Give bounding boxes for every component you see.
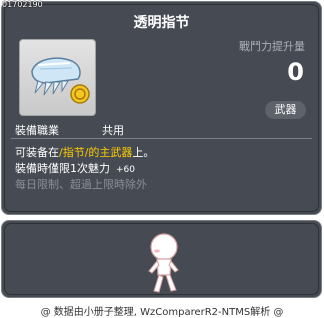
description-line-1-pre: 可装备在 bbox=[15, 146, 59, 159]
character-preview-panel bbox=[1, 220, 322, 298]
item-tooltip: 透明指节 裝備職業 共用 戰鬥力提升量 0 武器 可装备在/指节/的主武器上。 … bbox=[1, 1, 322, 215]
job-label: 裝備職業 bbox=[15, 124, 59, 137]
item-tooltip-window: 01702190 透明指节 裝備職業 共用 戰鬥力提升量 0 武器 可装备在/指… bbox=[0, 0, 324, 318]
description-line-3: 每日限制、超過上限時除外 bbox=[15, 178, 147, 191]
transparent-knuckle-icon bbox=[31, 57, 90, 104]
category-badge: 武器 bbox=[265, 101, 306, 119]
job-value: 共用 bbox=[102, 124, 124, 137]
description-line-1-highlight: /指节/的主武器 bbox=[59, 146, 133, 159]
description-line-1: 可装备在/指节/的主武器上。 bbox=[15, 144, 154, 160]
item-icon-box bbox=[19, 39, 96, 116]
description-line-2-text: 裝備時僅限1次魅力 bbox=[15, 162, 110, 175]
character-preview-icon bbox=[148, 233, 179, 293]
divider bbox=[11, 138, 312, 139]
description-line-2-bonus: +60 bbox=[116, 165, 135, 175]
description-line-1-post: 上。 bbox=[132, 146, 155, 159]
description-line-2: 裝備時僅限1次魅力 +60 bbox=[15, 160, 135, 176]
footer-credit: @ 数据由小册子整理, WzComparerR2-NTMS解析 @ bbox=[40, 307, 284, 318]
combat-power-label: 戰鬥力提升量 bbox=[239, 40, 305, 53]
combat-power-value: 0 bbox=[287, 58, 304, 86]
item-id: 01702190 bbox=[2, 0, 43, 9]
item-name: 透明指节 bbox=[133, 15, 190, 31]
